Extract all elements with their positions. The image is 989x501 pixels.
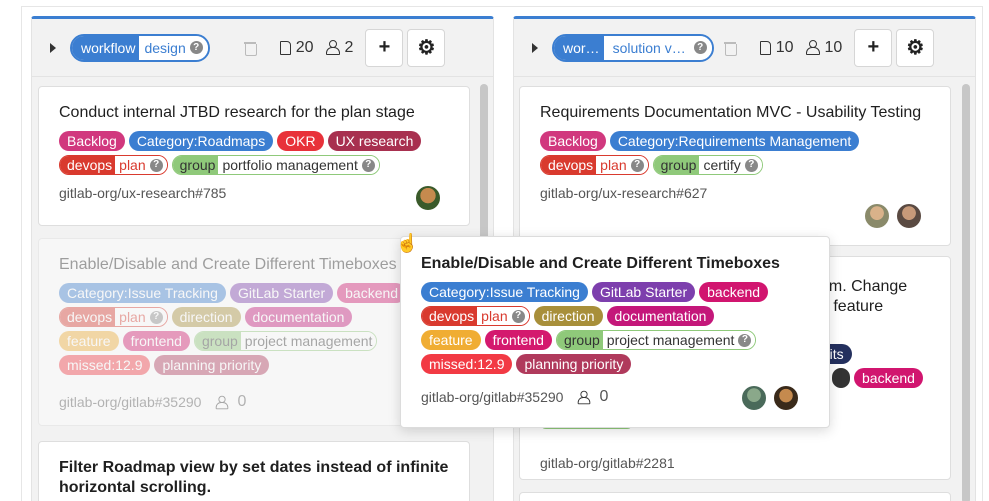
issue-card[interactable]: Requirements Documentation MVC - Usabili… bbox=[519, 86, 951, 246]
card-title[interactable]: Requirements Documentation MVC - Usabili… bbox=[540, 103, 930, 123]
question-icon: ? bbox=[149, 310, 163, 324]
assignee-avatar[interactable] bbox=[415, 185, 441, 211]
user-icon bbox=[216, 395, 229, 409]
question-icon: ? bbox=[744, 158, 758, 172]
label-direction[interactable]: direction bbox=[171, 307, 241, 327]
label-backend[interactable]: backend bbox=[854, 368, 923, 388]
label-frontend[interactable]: frontend bbox=[484, 330, 552, 350]
question-icon: ? bbox=[511, 309, 525, 323]
list-scoped-label[interactable]: workflow design? bbox=[70, 33, 210, 62]
scrollbar[interactable] bbox=[480, 84, 488, 254]
card-title[interactable]: Enable/Disable and Create Different Time… bbox=[59, 255, 449, 275]
label-direction[interactable]: direction bbox=[533, 306, 603, 326]
assignee-count: 10 bbox=[805, 39, 842, 57]
issue-card[interactable]: Conduct internal JTBD research for the p… bbox=[38, 86, 470, 226]
issue-reference[interactable]: gitlab-org/gitlab#2281 bbox=[540, 455, 675, 471]
collapse-caret-icon[interactable] bbox=[50, 42, 56, 53]
label-feature[interactable]: feature bbox=[59, 331, 119, 351]
label-devops-plan[interactable]: devops plan? bbox=[421, 306, 530, 326]
scoped-label-key: wor… bbox=[554, 35, 604, 60]
label-category[interactable]: Category:Requirements Management bbox=[609, 131, 860, 151]
label-starter[interactable]: GitLab Starter bbox=[229, 283, 334, 303]
question-icon: ? bbox=[630, 158, 644, 172]
list-scoped-label[interactable]: wor… solution v…? bbox=[552, 33, 714, 62]
issue-card[interactable] bbox=[519, 492, 951, 501]
label-backlog[interactable]: Backlog bbox=[540, 131, 606, 151]
scoped-label-value: design bbox=[144, 39, 186, 56]
label-group[interactable]: group project management bbox=[193, 331, 378, 351]
issue-reference: gitlab-org/gitlab#35290 0 bbox=[59, 393, 247, 410]
issue-card[interactable]: Filter Roadmap view by set dates instead… bbox=[38, 441, 470, 501]
collapse-caret-icon[interactable] bbox=[532, 42, 538, 53]
label-group[interactable]: group project management? bbox=[555, 330, 757, 350]
question-icon: ? bbox=[361, 158, 375, 172]
user-icon bbox=[805, 40, 820, 55]
label-group[interactable]: group certify? bbox=[652, 155, 763, 175]
label-devops-plan[interactable]: devops plan? bbox=[59, 307, 168, 327]
question-icon: ? bbox=[738, 333, 752, 347]
settings-button[interactable]: ⚙ bbox=[407, 28, 446, 67]
label-devops-plan[interactable]: devops plan? bbox=[59, 155, 168, 175]
assignee-count: 2 bbox=[325, 39, 353, 57]
scrollbar[interactable] bbox=[962, 84, 970, 501]
assignee-avatar[interactable] bbox=[741, 385, 767, 411]
label-starter[interactable]: GitLab Starter bbox=[591, 282, 696, 302]
label-missed[interactable]: missed:12.9 bbox=[59, 355, 151, 375]
trash-icon[interactable] bbox=[243, 41, 257, 56]
label-dark-fragment[interactable] bbox=[832, 368, 850, 388]
question-icon[interactable]: ? bbox=[189, 41, 203, 54]
issue-reference[interactable]: gitlab-org/ux-research#785 bbox=[59, 185, 449, 201]
label-planning-priority[interactable]: planning priority bbox=[154, 355, 270, 375]
label-frontend[interactable]: frontend bbox=[122, 331, 190, 351]
issue-reference[interactable]: gitlab-org/ux-research#627 bbox=[540, 185, 930, 201]
add-issue-button[interactable]: + bbox=[854, 28, 893, 67]
label-missed[interactable]: missed:12.9 bbox=[421, 354, 513, 374]
card-title[interactable]: Filter Roadmap view by set dates instead… bbox=[59, 458, 449, 498]
label-feature[interactable]: feature bbox=[421, 330, 481, 350]
mouse-pointer-icon: ☝ bbox=[396, 233, 419, 253]
settings-button[interactable]: ⚙ bbox=[896, 28, 935, 67]
label-category[interactable]: Category:Issue Tracking bbox=[59, 283, 226, 303]
label-planning-priority[interactable]: planning priority bbox=[516, 354, 632, 374]
scoped-label-value: solution v… bbox=[612, 39, 686, 56]
assignee-avatar[interactable] bbox=[896, 203, 922, 229]
question-icon[interactable]: ? bbox=[693, 41, 707, 54]
label-backend[interactable]: backend bbox=[699, 282, 769, 302]
question-icon: ? bbox=[149, 158, 163, 172]
label-category[interactable]: Category:Issue Tracking bbox=[421, 282, 588, 302]
popover-title: Enable/Disable and Create Different Time… bbox=[421, 255, 780, 272]
label-documentation[interactable]: documentation bbox=[606, 306, 715, 326]
assignee-avatar[interactable] bbox=[864, 203, 890, 229]
label-ux-research[interactable]: UX research bbox=[327, 131, 422, 151]
label-backlog[interactable]: Backlog bbox=[59, 131, 125, 151]
card-title[interactable]: Conduct internal JTBD research for the p… bbox=[59, 103, 449, 123]
issue-count: 20 bbox=[279, 39, 314, 57]
label-backend[interactable]: backend bbox=[337, 283, 407, 303]
issues-icon bbox=[759, 40, 771, 55]
label-okr[interactable]: OKR bbox=[277, 131, 324, 151]
scoped-label-key: workflow bbox=[72, 35, 140, 60]
user-icon bbox=[325, 40, 340, 55]
assignee-avatar[interactable] bbox=[773, 385, 799, 411]
label-category[interactable]: Category:Roadmaps bbox=[128, 131, 274, 151]
issue-popover: Enable/Disable and Create Different Time… bbox=[400, 236, 830, 428]
list-header: workflow design? 20 2 + ⚙ bbox=[32, 19, 493, 77]
card-title-fragment: am. Change e feature bbox=[820, 278, 908, 315]
issue-count: 10 bbox=[759, 39, 794, 57]
user-icon bbox=[578, 390, 591, 404]
trash-icon[interactable] bbox=[723, 41, 737, 56]
label-group[interactable]: group portfolio management? bbox=[171, 155, 380, 175]
list-header: wor… solution v…? 10 10 + ⚙ bbox=[514, 19, 975, 77]
label-documentation[interactable]: documentation bbox=[244, 307, 353, 327]
label-devops-plan[interactable]: devops plan? bbox=[540, 155, 649, 175]
issues-icon bbox=[279, 40, 291, 55]
add-issue-button[interactable]: + bbox=[365, 28, 404, 67]
